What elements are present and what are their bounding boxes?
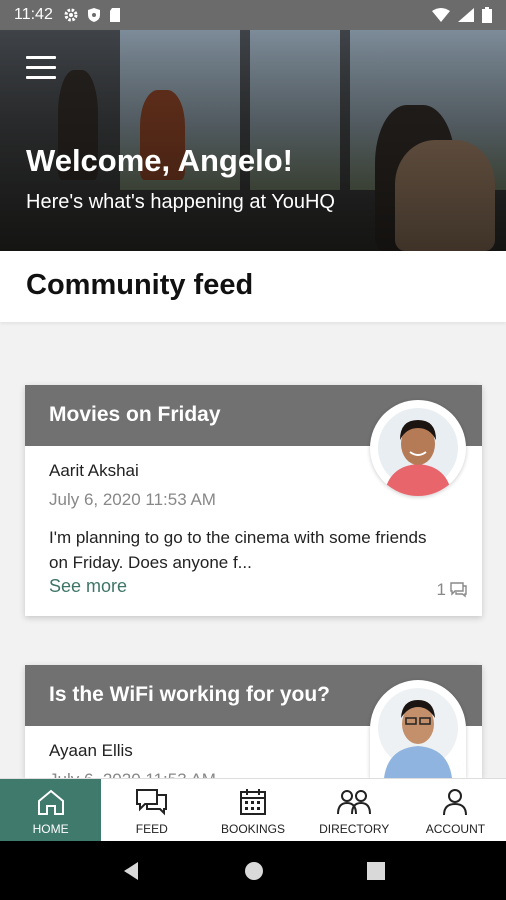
comment-count-value: 1: [436, 580, 446, 599]
nav-home[interactable]: HOME: [0, 779, 102, 841]
hero-banner: Welcome, Angelo! Here's what's happening…: [0, 30, 506, 251]
nav-label: DIRECTORY: [319, 822, 390, 836]
nav-account[interactable]: ACCOUNT: [405, 779, 506, 841]
nav-label: HOME: [32, 822, 69, 836]
see-more-link[interactable]: See more: [49, 576, 127, 597]
calendar-icon: [240, 789, 266, 815]
nav-directory[interactable]: DIRECTORY: [304, 779, 405, 841]
sd-card-icon: [109, 8, 120, 22]
home-circle-icon[interactable]: [243, 860, 265, 882]
status-time: 11:42: [14, 6, 53, 23]
status-bar: 11:42: [0, 0, 506, 30]
post-date: July 6, 2020 11:53 AM: [49, 770, 216, 778]
menu-icon[interactable]: [26, 56, 56, 80]
shield-icon: [87, 8, 100, 22]
nav-label: ACCOUNT: [425, 822, 486, 836]
nav-feed[interactable]: FEED: [101, 779, 202, 841]
home-icon: [37, 789, 64, 815]
bottom-navigation: HOME FEED BOOKINGS DIRECTORY ACCOUNT: [0, 778, 506, 841]
nav-label: BOOKINGS: [221, 822, 286, 836]
back-icon[interactable]: [120, 860, 142, 882]
nav-bookings[interactable]: BOOKINGS: [202, 779, 303, 841]
nav-label: FEED: [135, 822, 168, 836]
battery-icon: [482, 7, 492, 23]
people-icon: [337, 790, 372, 815]
system-navigation-bar: [0, 841, 506, 900]
page-title: Community feed: [26, 269, 254, 301]
signal-icon: [458, 8, 474, 22]
avatar[interactable]: [370, 680, 466, 778]
post-body: I'm planning to go to the cinema with so…: [49, 528, 427, 572]
welcome-subtitle: Here's what's happening at YouHQ: [26, 191, 335, 213]
community-feed-header: Community feed: [0, 251, 506, 322]
post-author: Ayaan Ellis: [49, 741, 133, 760]
gear-icon: [64, 8, 78, 22]
welcome-title: Welcome, Angelo!: [26, 143, 293, 178]
recents-icon[interactable]: [366, 861, 386, 881]
person-icon: [443, 789, 468, 816]
post-author: Aarit Akshai: [49, 461, 139, 480]
wifi-icon: [432, 8, 450, 22]
post-date: July 6, 2020 11:53 AM: [49, 490, 216, 509]
avatar[interactable]: [370, 400, 466, 496]
chat-icon: [135, 789, 167, 816]
comment-icon: [450, 582, 467, 598]
comment-count[interactable]: 1: [437, 580, 468, 600]
